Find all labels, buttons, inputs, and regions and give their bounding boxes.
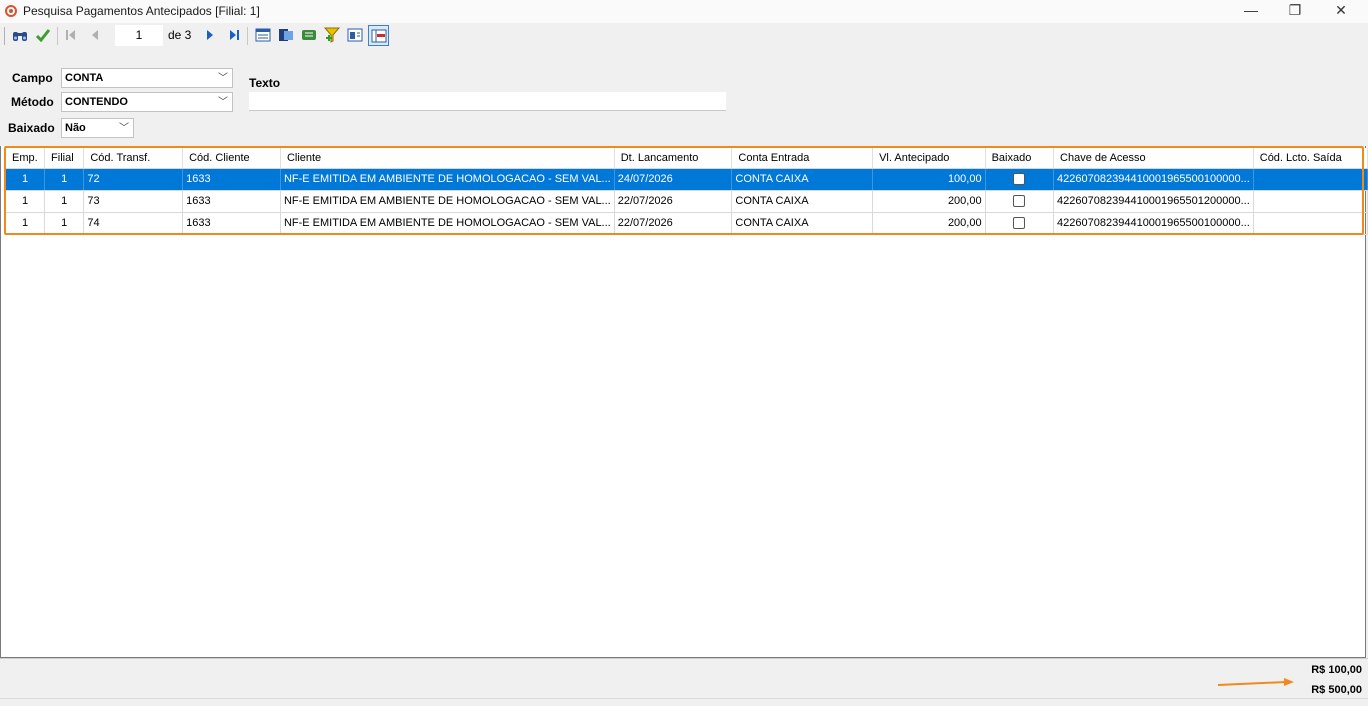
baixado-checkbox[interactable] bbox=[1013, 217, 1026, 230]
confirm-check-icon[interactable] bbox=[34, 26, 52, 44]
cell-dt-lancamento: 22/07/2026 bbox=[614, 212, 733, 235]
cell-emp: 1 bbox=[6, 168, 46, 191]
cell-filial: 1 bbox=[44, 190, 85, 213]
col-header-cod-cliente[interactable]: Cód. Cliente bbox=[182, 148, 281, 169]
grid-header-row: Emp. Filial Cód. Transf. Cód. Cliente Cl… bbox=[6, 148, 1368, 169]
totals-footer: R$ 100,00 R$ 500,00 bbox=[0, 658, 1368, 698]
baixado-value: Não bbox=[65, 122, 86, 134]
cell-chave-acesso: 422607082394410001965501200000... bbox=[1053, 190, 1254, 213]
table-row[interactable]: 1 1 72 1633 NF-E EMITIDA EM AMBIENTE DE … bbox=[6, 168, 1368, 191]
columns-config-icon[interactable] bbox=[346, 26, 364, 44]
cell-cod-cliente: 1633 bbox=[182, 212, 281, 235]
maximize-button[interactable]: ❐ bbox=[1272, 0, 1318, 23]
cell-baixado bbox=[985, 168, 1055, 191]
toolbar-grip bbox=[4, 27, 5, 45]
app-icon bbox=[4, 4, 18, 18]
binoculars-icon[interactable] bbox=[11, 26, 29, 44]
cell-chave-acesso: 422607082394410001965500100000... bbox=[1053, 168, 1254, 191]
metodo-value: CONTENDO bbox=[65, 96, 128, 108]
page-total-label: de 3 bbox=[168, 28, 192, 42]
col-header-filial[interactable]: Filial bbox=[44, 148, 85, 169]
chevron-down-icon: ﹀ bbox=[119, 123, 129, 134]
texto-label: Texto bbox=[249, 76, 281, 90]
cell-cliente: NF-E EMITIDA EM AMBIENTE DE HOMOLOGACAO … bbox=[280, 190, 615, 213]
campo-label: Campo bbox=[12, 71, 53, 85]
cell-dt-lancamento: 22/07/2026 bbox=[614, 190, 733, 213]
col-header-conta-entrada[interactable]: Conta Entrada bbox=[731, 148, 874, 169]
cell-conta-entrada: CONTA CAIXA bbox=[731, 190, 874, 213]
cell-baixado bbox=[985, 190, 1055, 213]
baixado-select[interactable]: Não ﹀ bbox=[61, 118, 134, 138]
cell-chave-acesso: 422607082394410001965500100000... bbox=[1053, 212, 1254, 235]
layout-toggle-icon[interactable] bbox=[368, 25, 389, 46]
cell-cod-transf: 72 bbox=[83, 168, 184, 191]
total-general: R$ 500,00 bbox=[1311, 684, 1362, 696]
cell-cod-cliente: 1633 bbox=[182, 190, 281, 213]
cell-cliente: NF-E EMITIDA EM AMBIENTE DE HOMOLOGACAO … bbox=[280, 168, 615, 191]
results-grid: Emp. Filial Cód. Transf. Cód. Cliente Cl… bbox=[6, 148, 1368, 235]
metodo-select[interactable]: CONTENDO ﹀ bbox=[61, 92, 233, 112]
table-row[interactable]: 1 1 74 1633 NF-E EMITIDA EM AMBIENTE DE … bbox=[6, 212, 1368, 235]
next-page-icon[interactable] bbox=[201, 26, 219, 44]
status-bar bbox=[0, 698, 1368, 706]
cell-vl-antecipado: 200,00 bbox=[872, 212, 986, 235]
metodo-label: Método bbox=[11, 95, 54, 109]
baixado-label: Baixado bbox=[8, 121, 55, 135]
col-header-dt-lancamento[interactable]: Dt. Lancamento bbox=[614, 148, 733, 169]
table-row[interactable]: 1 1 73 1633 NF-E EMITIDA EM AMBIENTE DE … bbox=[6, 190, 1368, 213]
toolbar-separator bbox=[247, 27, 248, 45]
export-icon[interactable] bbox=[277, 26, 295, 44]
cell-cliente: NF-E EMITIDA EM AMBIENTE DE HOMOLOGACAO … bbox=[280, 212, 615, 235]
toolbar: 1 de 3 bbox=[0, 23, 1368, 49]
cell-emp: 1 bbox=[6, 212, 46, 235]
baixado-checkbox[interactable] bbox=[1013, 173, 1026, 186]
cell-conta-entrada: CONTA CAIXA bbox=[731, 168, 874, 191]
col-header-baixado[interactable]: Baixado bbox=[985, 148, 1055, 169]
add-filter-icon[interactable] bbox=[323, 26, 341, 44]
last-page-icon[interactable] bbox=[225, 26, 243, 44]
cell-filial: 1 bbox=[44, 212, 85, 235]
cell-dt-lancamento: 24/07/2026 bbox=[614, 168, 733, 191]
close-button[interactable]: ✕ bbox=[1318, 0, 1364, 23]
cell-filial: 1 bbox=[44, 168, 85, 191]
campo-value: CONTA bbox=[65, 72, 104, 84]
col-header-emp[interactable]: Emp. bbox=[6, 148, 46, 169]
minimize-button[interactable]: — bbox=[1228, 0, 1274, 23]
col-header-cod-transf[interactable]: Cód. Transf. bbox=[83, 148, 184, 169]
cell-cod-transf: 74 bbox=[83, 212, 184, 235]
title-bar: Pesquisa Pagamentos Antecipados [Filial:… bbox=[0, 0, 1368, 23]
window: Pesquisa Pagamentos Antecipados [Filial:… bbox=[0, 0, 1368, 706]
chevron-down-icon: ﹀ bbox=[218, 97, 228, 108]
cell-cod-cliente: 1633 bbox=[182, 168, 281, 191]
previous-page-icon[interactable] bbox=[86, 26, 104, 44]
total-selected: R$ 100,00 bbox=[1311, 664, 1362, 676]
col-header-cliente[interactable]: Cliente bbox=[280, 148, 615, 169]
campo-select[interactable]: CONTA ﹀ bbox=[61, 68, 233, 88]
cell-vl-antecipado: 200,00 bbox=[872, 190, 986, 213]
col-header-chave-acesso[interactable]: Chave de Acesso bbox=[1053, 148, 1254, 169]
grid-view-icon[interactable] bbox=[254, 26, 272, 44]
cell-cod-lcto-saida bbox=[1253, 212, 1368, 235]
cell-cod-transf: 73 bbox=[83, 190, 184, 213]
edit-record-icon[interactable] bbox=[300, 26, 318, 44]
cell-vl-antecipado: 100,00 bbox=[872, 168, 986, 191]
col-header-vl-antecipado[interactable]: Vl. Antecipado bbox=[872, 148, 986, 169]
cell-conta-entrada: CONTA CAIXA bbox=[731, 212, 874, 235]
page-number-input[interactable]: 1 bbox=[115, 25, 163, 46]
cell-emp: 1 bbox=[6, 190, 46, 213]
chevron-down-icon: ﹀ bbox=[218, 73, 228, 84]
first-page-icon[interactable] bbox=[62, 26, 80, 44]
baixado-checkbox[interactable] bbox=[1013, 195, 1026, 208]
cell-cod-lcto-saida bbox=[1253, 168, 1368, 191]
cell-baixado bbox=[985, 212, 1055, 235]
texto-input[interactable] bbox=[249, 92, 726, 111]
arrow-annotation-icon bbox=[1217, 678, 1294, 686]
window-title: Pesquisa Pagamentos Antecipados [Filial:… bbox=[23, 4, 260, 18]
col-header-cod-lcto-saida[interactable]: Cód. Lcto. Saída bbox=[1253, 148, 1368, 169]
toolbar-separator bbox=[57, 27, 58, 45]
cell-cod-lcto-saida bbox=[1253, 190, 1368, 213]
